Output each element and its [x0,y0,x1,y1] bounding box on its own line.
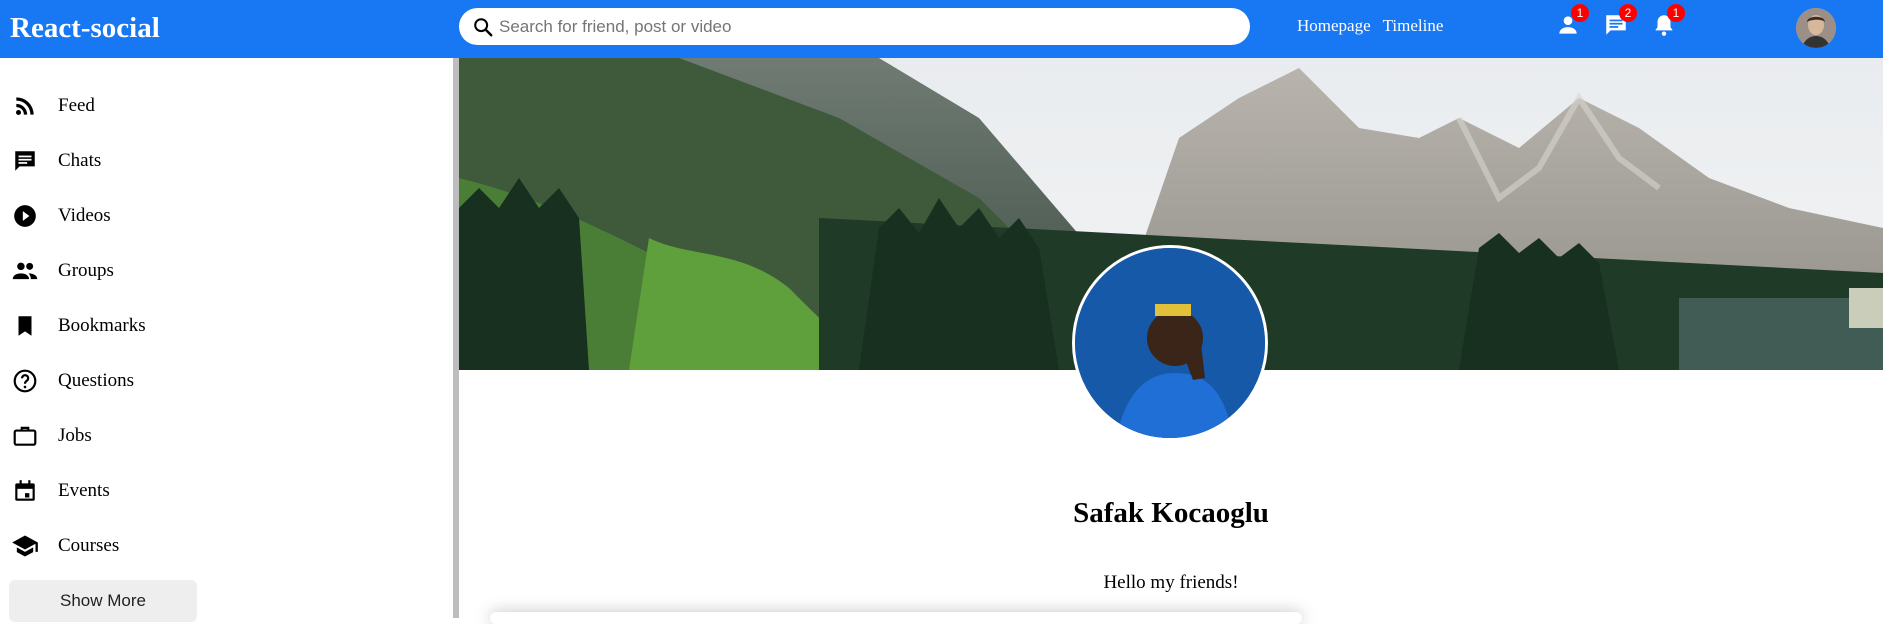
topbar-icons: 1 2 1 [1553,4,1685,40]
search-bar[interactable] [459,8,1250,45]
messages-badge: 2 [1619,4,1637,22]
timeline-link[interactable]: Timeline [1383,16,1444,36]
rss-feed-icon [10,91,40,121]
sidebar-list: Feed Chats Videos Groups Bookmarks Quest… [0,58,453,573]
notifications-button[interactable]: 1 [1649,4,1685,40]
sidebar-item-label: Jobs [58,424,92,446]
work-outline-icon [10,421,40,451]
sidebar-item-videos[interactable]: Videos [0,188,453,243]
sidebar-item-label: Videos [58,204,111,226]
sidebar-item-label: Chats [58,149,102,171]
search-icon [474,17,493,36]
help-outline-icon [10,366,40,396]
play-circle-icon [10,201,40,231]
sidebar-item-label: Events [58,479,110,501]
profile-description-container: Hello my friends! [459,572,1883,594]
notifications-badge: 1 [1667,4,1685,22]
topbar: React-social Homepage Timeline 1 2 [0,0,1883,58]
messages-button[interactable]: 2 [1601,4,1637,40]
search-input[interactable] [499,11,1250,42]
sidebar-item-label: Questions [58,369,134,391]
profile-avatar[interactable] [1072,245,1268,441]
sidebar-item-questions[interactable]: Questions [0,353,453,408]
bookmark-icon [10,311,40,341]
profile-description: Hello my friends! [1103,572,1239,593]
friend-requests-button[interactable]: 1 [1553,4,1589,40]
sidebar-item-bookmarks[interactable]: Bookmarks [0,298,453,353]
sidebar-item-groups[interactable]: Groups [0,243,453,298]
show-more-button[interactable]: Show More [9,580,197,622]
logo[interactable]: React-social [10,8,160,48]
sidebar-item-jobs[interactable]: Jobs [0,408,453,463]
profile-avatar-image [1075,248,1265,438]
profile-name: Safak Kocaoglu [1073,497,1269,529]
profile-name-container: Safak Kocaoglu [459,497,1883,530]
sidebar-item-label: Courses [58,534,120,556]
sidebar-item-feed[interactable]: Feed [0,78,453,133]
sidebar-item-label: Groups [58,259,114,281]
user-avatar[interactable] [1796,8,1836,48]
friend-requests-badge: 1 [1571,4,1589,22]
sidebar-item-label: Bookmarks [58,314,146,336]
group-icon [10,256,40,286]
sidebar-item-label: Feed [58,94,95,116]
user-avatar-image [1796,8,1836,48]
topbar-links: Homepage Timeline [1297,16,1443,36]
share-box-edge [490,612,1302,624]
sidebar-item-events[interactable]: Events [0,463,453,518]
event-icon [10,476,40,506]
homepage-link[interactable]: Homepage [1297,16,1371,36]
sidebar-item-chats[interactable]: Chats [0,133,453,188]
sidebar: Feed Chats Videos Groups Bookmarks Quest… [0,58,453,622]
school-icon [10,531,40,561]
chat-icon [10,146,40,176]
sidebar-item-courses[interactable]: Courses [0,518,453,573]
